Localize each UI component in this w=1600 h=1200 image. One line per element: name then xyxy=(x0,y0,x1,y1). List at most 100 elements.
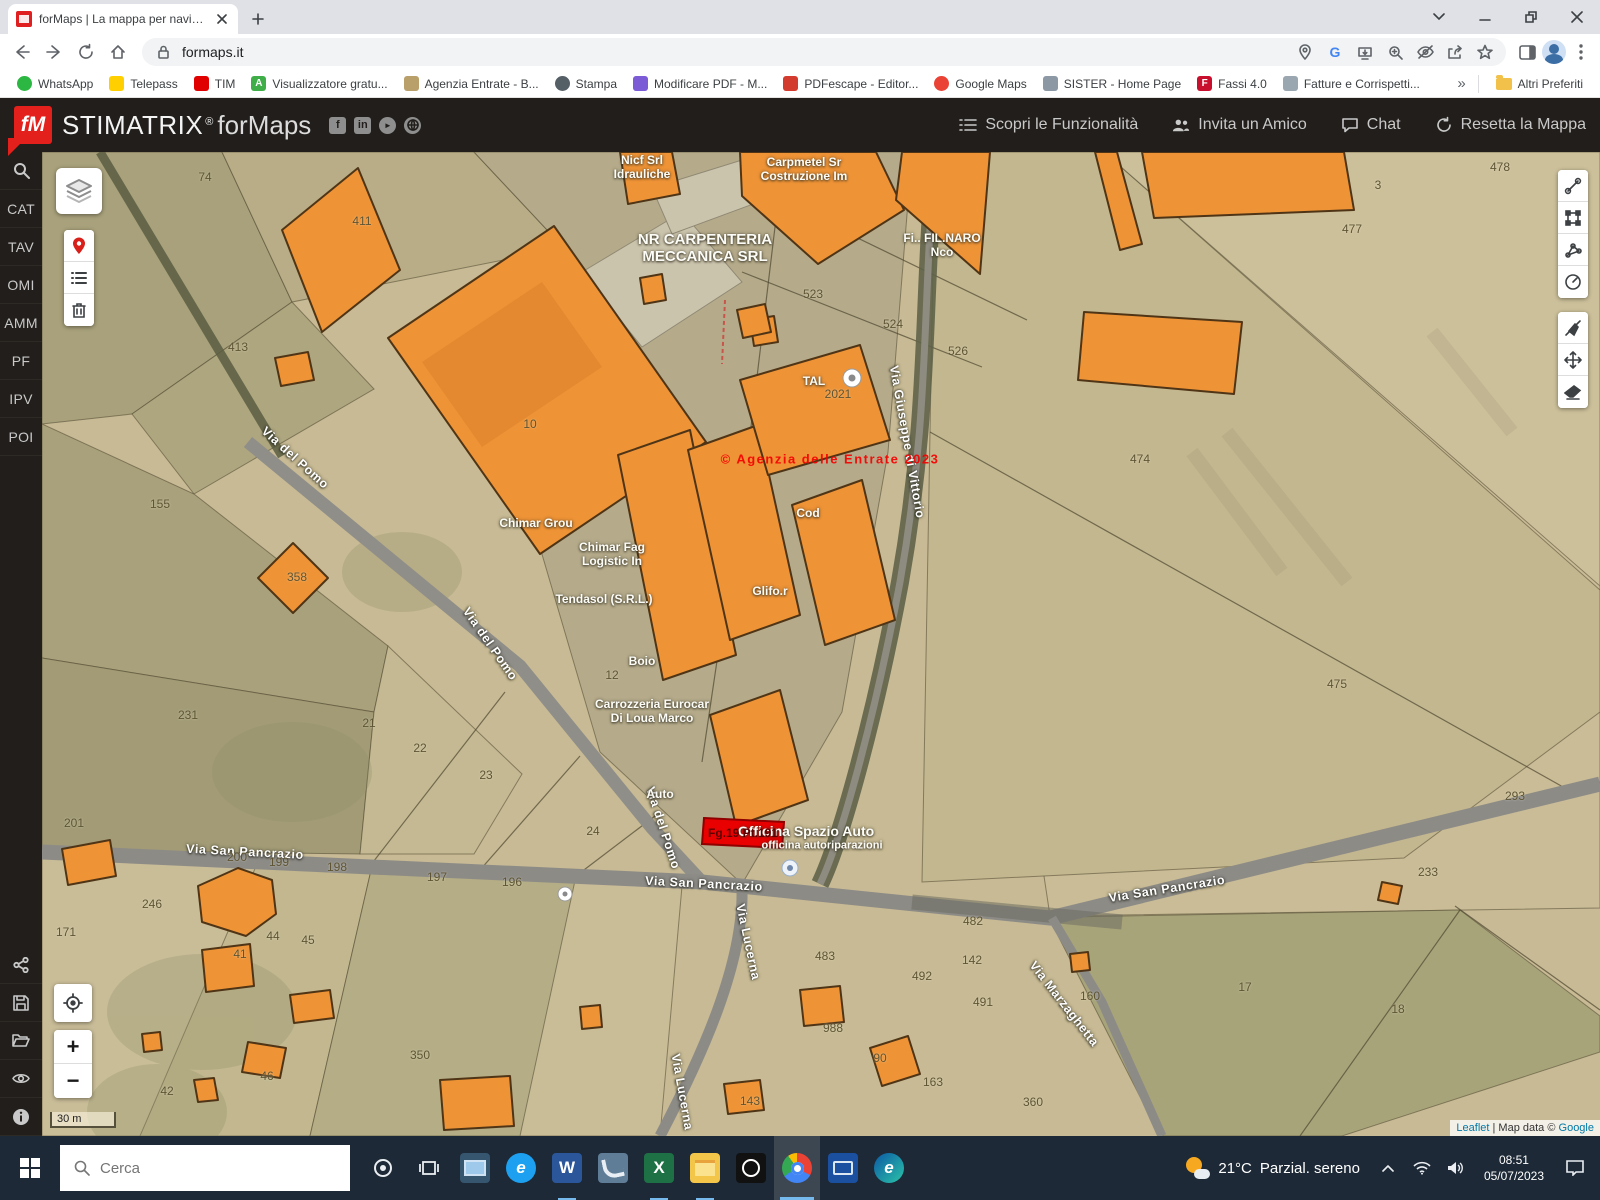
taskbar-app-word[interactable]: W xyxy=(544,1136,590,1200)
restore-button[interactable] xyxy=(1508,0,1554,34)
sidebar-item-poi[interactable]: POI xyxy=(0,418,42,456)
other-bookmarks-button[interactable]: Altri Preferiti xyxy=(1489,74,1590,94)
bookmark-label: Fatture e Corrispetti... xyxy=(1304,77,1420,91)
bookmark-item[interactable]: TIM xyxy=(187,73,243,94)
taskbar-app-mail-app[interactable] xyxy=(820,1136,866,1200)
leaflet-link[interactable]: Leaflet xyxy=(1456,1122,1489,1134)
open-folder-icon[interactable] xyxy=(0,1022,42,1060)
taskbar-app-edge[interactable]: e xyxy=(866,1136,912,1200)
visibility-eye-icon[interactable] xyxy=(0,1060,42,1098)
measure-polygon-button[interactable] xyxy=(1558,234,1588,266)
measure-rectangle-button[interactable] xyxy=(1558,202,1588,234)
profile-avatar[interactable] xyxy=(1542,40,1566,64)
new-tab-button[interactable] xyxy=(244,5,272,33)
bookmark-item[interactable]: Fatture e Corrispetti... xyxy=(1276,73,1427,94)
eraser-button[interactable] xyxy=(1558,376,1588,408)
address-bar[interactable]: formaps.it G xyxy=(142,38,1506,66)
share-icon[interactable] xyxy=(1444,41,1466,63)
trash-button[interactable] xyxy=(64,294,94,326)
zoom-page-icon[interactable] xyxy=(1384,41,1406,63)
bookmark-item[interactable]: Telepass xyxy=(102,73,184,94)
info-icon[interactable] xyxy=(0,1098,42,1136)
youtube-icon[interactable]: ► xyxy=(379,117,396,134)
taskbar-weather[interactable]: 21°C Parzial. sereno xyxy=(1176,1155,1368,1181)
taskbar-app-phone-app[interactable] xyxy=(590,1136,636,1200)
tray-expand-chevron-icon[interactable] xyxy=(1374,1136,1402,1200)
taskbar-app-folder-app[interactable] xyxy=(682,1136,728,1200)
eye-off-icon[interactable] xyxy=(1414,41,1436,63)
tab-close-icon[interactable] xyxy=(214,11,230,27)
start-button[interactable] xyxy=(0,1136,60,1200)
sidebar-item-pf[interactable]: PF xyxy=(0,342,42,380)
cortana-icon[interactable] xyxy=(360,1136,406,1200)
browser-menu-icon[interactable] xyxy=(1570,41,1592,63)
taskbar-app-chrome[interactable] xyxy=(774,1136,820,1200)
bookmark-item[interactable]: Modificare PDF - M... xyxy=(626,73,774,94)
sidebar-item-tav[interactable]: TAV xyxy=(0,228,42,266)
facebook-icon[interactable]: f xyxy=(329,117,346,134)
menu-discover-features[interactable]: Scopri le Funzionalità xyxy=(959,116,1138,134)
side-panel-icon[interactable] xyxy=(1516,41,1538,63)
taskbar-app-camera-app[interactable] xyxy=(728,1136,774,1200)
reload-button[interactable] xyxy=(72,38,100,66)
bookmark-item[interactable]: Stampa xyxy=(548,73,624,94)
sidebar-item-ipv[interactable]: IPV xyxy=(0,380,42,418)
bookmark-item[interactable]: SISTER - Home Page xyxy=(1036,73,1188,94)
install-app-icon[interactable] xyxy=(1354,41,1376,63)
zoom-in-button[interactable]: + xyxy=(54,1030,92,1064)
layers-button[interactable] xyxy=(56,168,102,214)
results-list-button[interactable] xyxy=(64,262,94,294)
bookmarks-overflow-chevron[interactable]: » xyxy=(1447,75,1475,92)
bookmark-item[interactable]: WhatsApp xyxy=(10,73,100,94)
google-link[interactable]: Google xyxy=(1559,1122,1594,1134)
folder-icon xyxy=(1496,78,1512,90)
bookmark-item[interactable]: Agenzia Entrate - B... xyxy=(397,73,546,94)
measure-line-button[interactable] xyxy=(1558,170,1588,202)
sidebar-item-cat[interactable]: CAT xyxy=(0,190,42,228)
taskbar-clock[interactable]: 08:51 05/07/2023 xyxy=(1476,1152,1552,1184)
close-window-button[interactable] xyxy=(1554,0,1600,34)
menu-reset-map[interactable]: Resetta la Mappa xyxy=(1435,116,1586,134)
taskbar-app-this-pc[interactable] xyxy=(452,1136,498,1200)
taskbar-search[interactable] xyxy=(60,1145,350,1191)
disable-marker-button[interactable] xyxy=(1558,312,1588,344)
tab-search-chevron-icon[interactable] xyxy=(1416,0,1462,34)
pan-move-button[interactable] xyxy=(1558,344,1588,376)
drop-pin-button[interactable] xyxy=(64,230,94,262)
bookmark-item[interactable]: AVisualizzatore gratu... xyxy=(244,73,394,94)
task-view-icon[interactable] xyxy=(406,1136,452,1200)
website-globe-icon[interactable] xyxy=(404,117,421,134)
marker-tools xyxy=(64,230,94,326)
linkedin-icon[interactable]: in xyxy=(354,117,371,134)
volume-icon[interactable] xyxy=(1442,1136,1470,1200)
bookmark-item[interactable]: Google Maps xyxy=(927,73,1033,94)
zoom-out-button[interactable]: − xyxy=(54,1064,92,1098)
locate-me-button[interactable] xyxy=(54,984,92,1022)
forward-button[interactable] xyxy=(40,38,68,66)
home-button[interactable] xyxy=(104,38,132,66)
sidebar-search-button[interactable] xyxy=(0,152,42,190)
location-pin-icon[interactable] xyxy=(1294,41,1316,63)
minimize-button[interactable] xyxy=(1462,0,1508,34)
bookmark-item[interactable]: FFassi 4.0 xyxy=(1190,73,1274,94)
map-canvas[interactable]: Via del PomoVia del PomoVia del PomoVia … xyxy=(42,152,1600,1136)
menu-invite-friend[interactable]: Invita un Amico xyxy=(1172,116,1307,134)
save-icon[interactable] xyxy=(0,984,42,1022)
taskbar-app-internet-explorer[interactable]: e xyxy=(498,1136,544,1200)
sidebar-item-omi[interactable]: OMI xyxy=(0,266,42,304)
back-button[interactable] xyxy=(8,38,36,66)
taskbar-search-input[interactable] xyxy=(100,1160,300,1177)
share-map-icon[interactable] xyxy=(0,946,42,984)
notification-center-icon[interactable] xyxy=(1558,1136,1592,1200)
browser-tab[interactable]: forMaps | La mappa per navigar xyxy=(8,4,238,34)
bookmark-item[interactable]: PDFescape - Editor... xyxy=(776,73,925,94)
google-g-icon[interactable]: G xyxy=(1324,41,1346,63)
folder-app-icon xyxy=(690,1153,720,1183)
bookmark-star-icon[interactable] xyxy=(1474,41,1496,63)
menu-chat[interactable]: Chat xyxy=(1341,116,1401,134)
sidebar-item-amm[interactable]: AMM xyxy=(0,304,42,342)
taskbar-app-excel[interactable]: X xyxy=(636,1136,682,1200)
wifi-icon[interactable] xyxy=(1408,1136,1436,1200)
measure-circle-button[interactable] xyxy=(1558,266,1588,298)
formaps-logo[interactable]: fM xyxy=(14,106,52,144)
